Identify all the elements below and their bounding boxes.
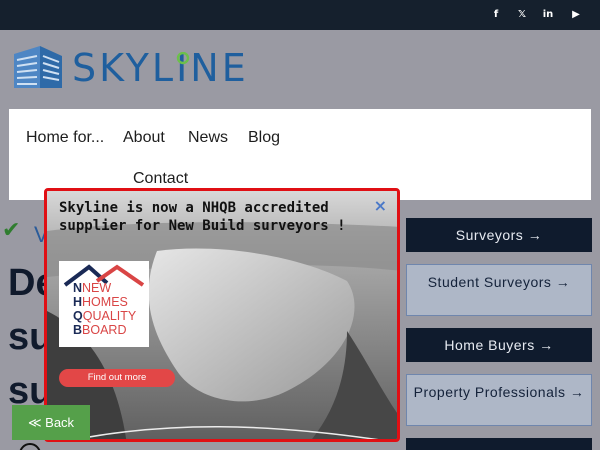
property-professionals-button[interactable]: Property Professionals →	[406, 374, 592, 426]
home-buyers-button[interactable]: Home Buyers →	[406, 328, 592, 362]
facebook-icon[interactable]: f	[488, 8, 504, 22]
nav-news[interactable]: News	[188, 129, 228, 147]
site-logo[interactable]: SKYLINE	[12, 44, 252, 94]
check-icon: ✔	[2, 218, 21, 243]
announcement-modal: × Skyline is now a NHQB accredited suppl…	[44, 188, 400, 442]
logo-text: SKYLINE	[72, 46, 249, 90]
partial-badge-icon	[19, 443, 41, 450]
linkedin-icon[interactable]: in	[540, 8, 556, 22]
x-twitter-icon[interactable]: 𝕏	[514, 8, 530, 22]
nav-blog[interactable]: Blog	[248, 129, 280, 147]
youtube-icon[interactable]: ▶	[568, 8, 584, 22]
nhqb-logo: NNEW HHOMES QQUALITY BBOARD	[59, 261, 149, 347]
nav-about[interactable]: About	[123, 129, 165, 147]
location-pin-icon	[176, 52, 190, 65]
nhqb-text: NNEW HHOMES QQUALITY BBOARD	[73, 281, 137, 337]
close-icon[interactable]: ×	[374, 196, 387, 215]
back-button[interactable]: ≪ Back	[12, 405, 90, 440]
find-out-more-button[interactable]: Find out more	[59, 369, 175, 387]
top-bar: f 𝕏 in ▶	[0, 0, 600, 30]
main-nav: Home for... About News Blog Contact	[9, 109, 591, 200]
building-logo-icon	[14, 46, 62, 88]
surveyors-button[interactable]: Surveyors →	[406, 218, 592, 252]
sidebar-button-partial[interactable]	[406, 438, 592, 450]
modal-title: Skyline is now a NHQB accredited supplie…	[59, 200, 346, 234]
student-surveyors-button[interactable]: Student Surveyors →	[406, 264, 592, 316]
nav-home-for[interactable]: Home for...	[26, 129, 104, 147]
nav-contact[interactable]: Contact	[133, 170, 188, 188]
